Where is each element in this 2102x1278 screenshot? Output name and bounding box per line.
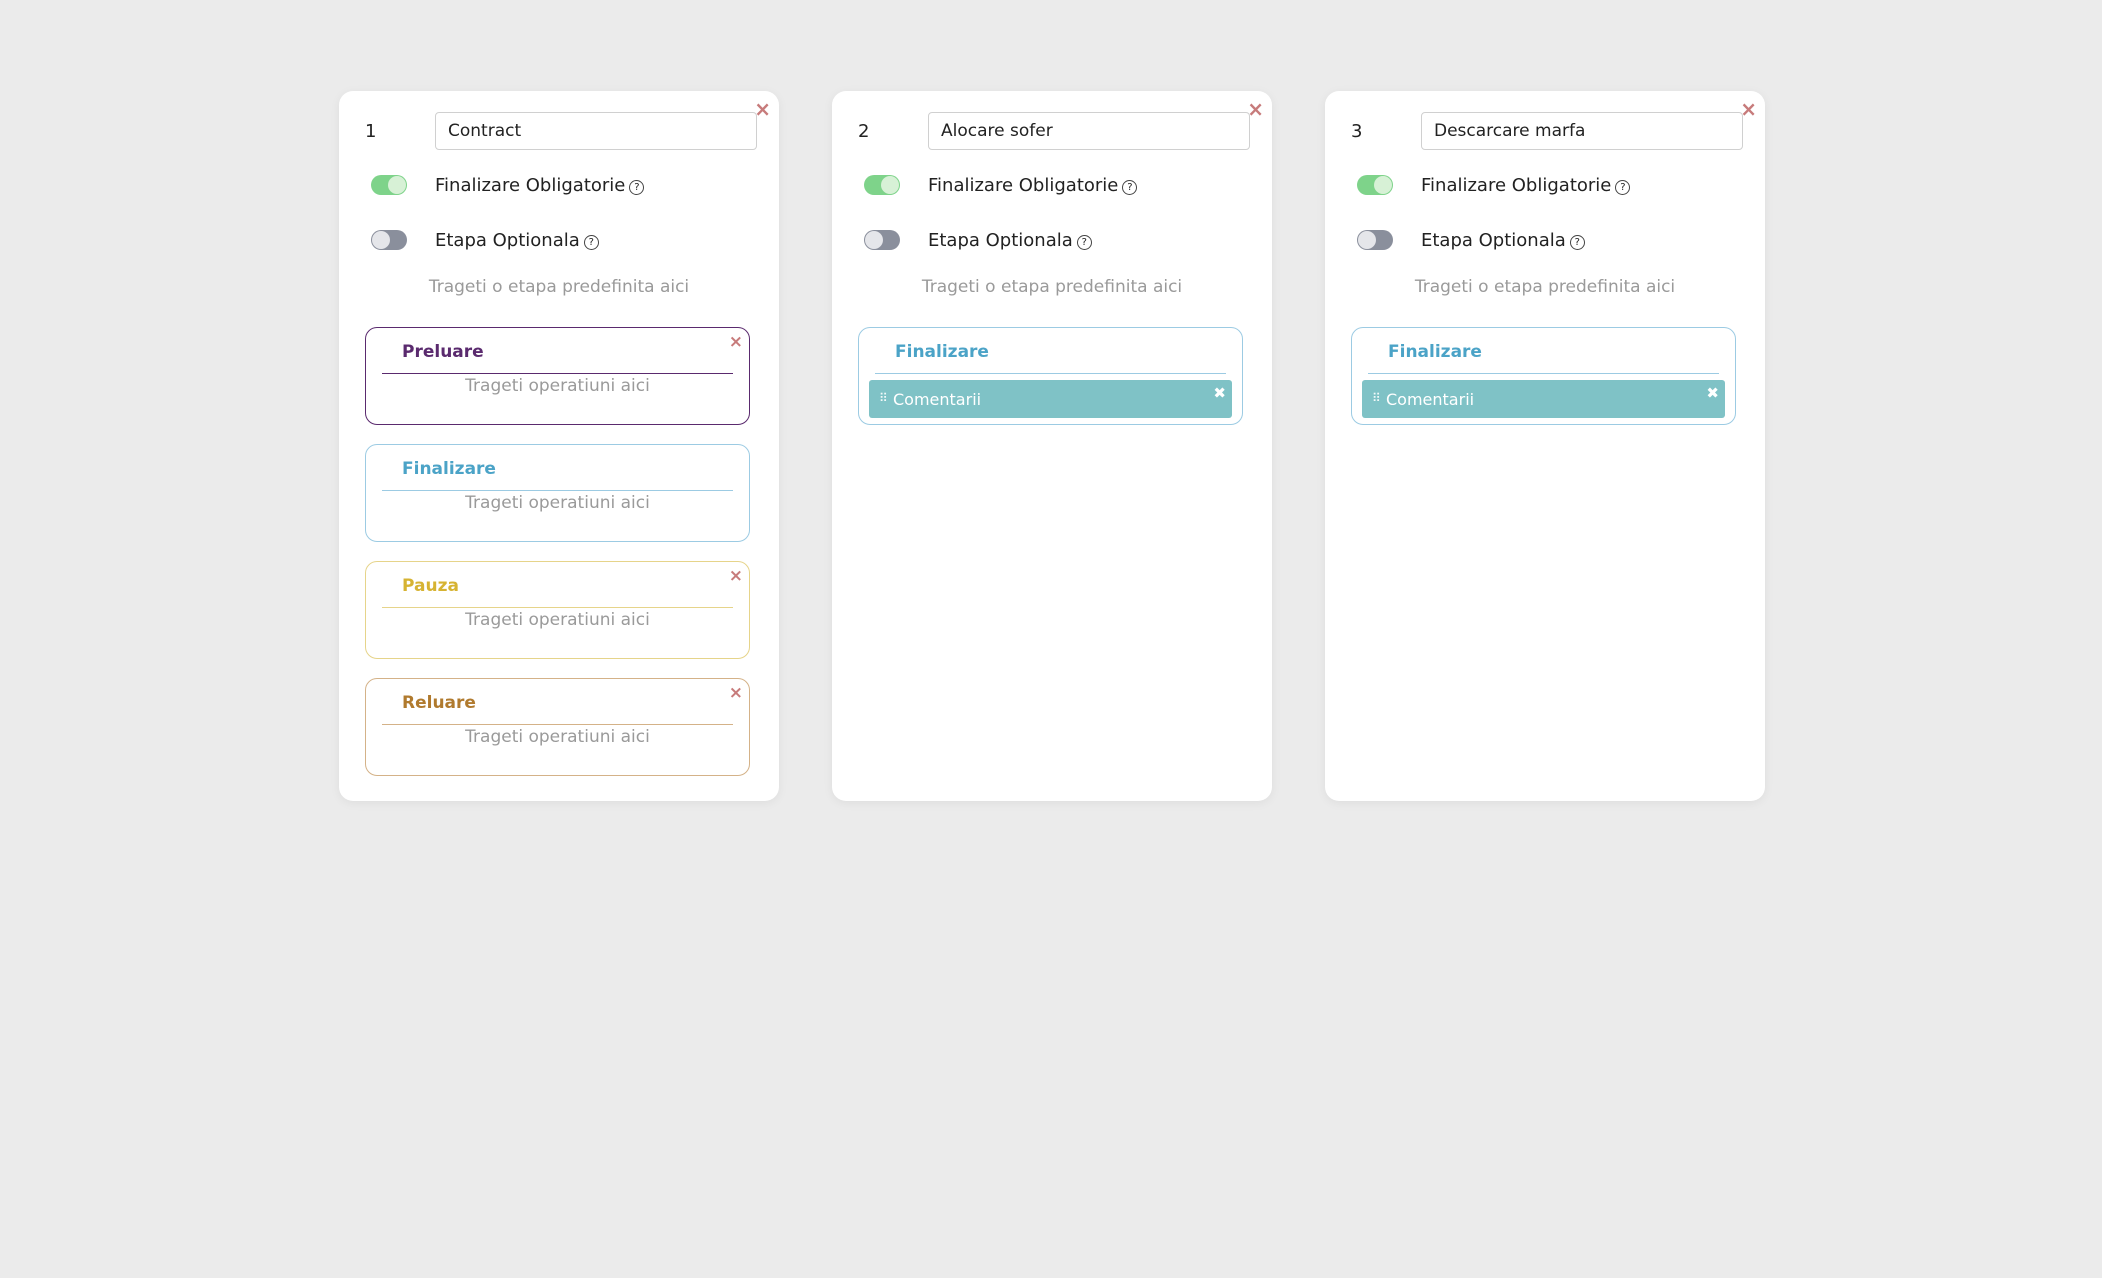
stage-finalizare[interactable]: Finalizare ⠿ Comentarii ✖ bbox=[1351, 327, 1736, 425]
finalizare-obligatorie-label: Finalizare Obligatorie? bbox=[928, 175, 1138, 196]
toggle-knob bbox=[865, 231, 883, 249]
help-icon[interactable]: ? bbox=[629, 180, 645, 195]
card-number: 2 bbox=[858, 121, 870, 142]
help-icon[interactable]: ? bbox=[583, 235, 599, 250]
stage-finalizare[interactable]: Finalizare Trageti operatiuni aici bbox=[365, 444, 750, 542]
stage-divider bbox=[382, 490, 733, 491]
stage-title: Pauza bbox=[402, 576, 459, 596]
stage-pauza[interactable]: × Pauza Trageti operatiuni aici bbox=[365, 561, 750, 659]
operations-drop-hint: Trageti operatiuni aici bbox=[465, 727, 650, 747]
help-icon[interactable]: ? bbox=[1122, 180, 1138, 195]
operations-drop-hint: Trageti operatiuni aici bbox=[465, 493, 650, 513]
close-stage-button[interactable]: × bbox=[729, 332, 743, 352]
toggle-knob bbox=[1374, 176, 1392, 194]
etapa-optionala-toggle[interactable] bbox=[864, 230, 900, 250]
operation-item[interactable]: ⠿ Comentarii ✖ bbox=[1362, 380, 1725, 418]
operation-label: Comentarii bbox=[893, 390, 982, 409]
finalizare-obligatorie-toggle[interactable] bbox=[371, 175, 407, 195]
stage-divider bbox=[382, 724, 733, 725]
drag-handle-icon[interactable]: ⠿ bbox=[1372, 391, 1381, 405]
etapa-optionala-label: Etapa Optionala? bbox=[1421, 230, 1585, 251]
card-name-input[interactable] bbox=[435, 112, 757, 150]
help-icon[interactable]: ? bbox=[1076, 235, 1092, 250]
card-number: 3 bbox=[1351, 121, 1363, 142]
stage-title: Reluare bbox=[402, 693, 476, 713]
finalizare-obligatorie-toggle[interactable] bbox=[1357, 175, 1393, 195]
operation-item[interactable]: ⠿ Comentarii ✖ bbox=[869, 380, 1232, 418]
stage-card-3: × 3 Finalizare Obligatorie? Etapa Option… bbox=[1325, 91, 1765, 801]
card-name-input[interactable] bbox=[928, 112, 1250, 150]
etapa-optionala-toggle[interactable] bbox=[1357, 230, 1393, 250]
toggle-knob bbox=[372, 231, 390, 249]
operation-label: Comentarii bbox=[1386, 390, 1475, 409]
toggle-knob bbox=[881, 176, 899, 194]
remove-operation-button[interactable]: ✖ bbox=[1706, 384, 1719, 402]
toggle-knob bbox=[388, 176, 406, 194]
close-stage-button[interactable]: × bbox=[729, 683, 743, 703]
stage-title: Finalizare bbox=[895, 342, 989, 362]
toggle-knob bbox=[1358, 231, 1376, 249]
stage-reluare[interactable]: × Reluare Trageti operatiuni aici bbox=[365, 678, 750, 776]
finalizare-obligatorie-toggle[interactable] bbox=[864, 175, 900, 195]
stage-drop-hint: Trageti o etapa predefinita aici bbox=[921, 277, 1183, 297]
stage-divider bbox=[382, 607, 733, 608]
operations-drop-hint: Trageti operatiuni aici bbox=[465, 610, 650, 630]
help-icon[interactable]: ? bbox=[1615, 180, 1631, 195]
stage-card-1: × 1 Finalizare Obligatorie? Etapa Option… bbox=[339, 91, 779, 801]
stage-drop-hint: Trageti o etapa predefinita aici bbox=[1414, 277, 1676, 297]
card-number: 1 bbox=[365, 121, 377, 142]
stage-title: Preluare bbox=[402, 342, 484, 362]
stage-preluare[interactable]: × Preluare Trageti operatiuni aici bbox=[365, 327, 750, 425]
stage-title: Finalizare bbox=[1388, 342, 1482, 362]
stage-finalizare[interactable]: Finalizare ⠿ Comentarii ✖ bbox=[858, 327, 1243, 425]
stage-drop-hint: Trageti o etapa predefinita aici bbox=[428, 277, 690, 297]
card-name-input[interactable] bbox=[1421, 112, 1743, 150]
drag-handle-icon[interactable]: ⠿ bbox=[879, 391, 888, 405]
finalizare-obligatorie-label: Finalizare Obligatorie? bbox=[435, 175, 645, 196]
stage-divider bbox=[382, 373, 733, 374]
stage-divider bbox=[1368, 373, 1719, 374]
stage-divider bbox=[875, 373, 1226, 374]
operations-drop-hint: Trageti operatiuni aici bbox=[465, 376, 650, 396]
etapa-optionala-label: Etapa Optionala? bbox=[928, 230, 1092, 251]
remove-operation-button[interactable]: ✖ bbox=[1213, 384, 1226, 402]
stage-title: Finalizare bbox=[402, 459, 496, 479]
close-stage-button[interactable]: × bbox=[729, 566, 743, 586]
etapa-optionala-label: Etapa Optionala? bbox=[435, 230, 599, 251]
etapa-optionala-toggle[interactable] bbox=[371, 230, 407, 250]
stage-card-2: × 2 Finalizare Obligatorie? Etapa Option… bbox=[832, 91, 1272, 801]
workflow-board: × 1 Finalizare Obligatorie? Etapa Option… bbox=[0, 0, 2102, 1278]
help-icon[interactable]: ? bbox=[1569, 235, 1585, 250]
finalizare-obligatorie-label: Finalizare Obligatorie? bbox=[1421, 175, 1631, 196]
